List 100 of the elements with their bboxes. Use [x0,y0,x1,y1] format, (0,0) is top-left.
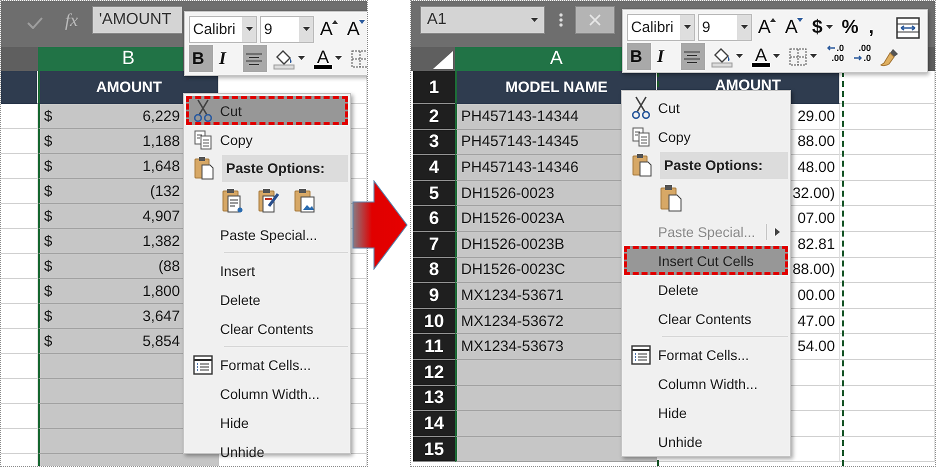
font-color-button[interactable]: A [749,43,783,70]
font-size-field[interactable]: 9 [260,16,314,43]
italic-button[interactable]: I [216,45,240,72]
font-name-field[interactable]: Calibri [189,16,257,43]
menu-item[interactable]: Column Width... [624,369,788,398]
row-number[interactable]: 11 [413,334,455,360]
menu-item[interactable]: Unhide [186,437,348,466]
menu-item[interactable]: Column Width... [186,379,348,408]
menu-item[interactable]: Hide [624,398,788,427]
row-number[interactable]: 3 [413,130,455,156]
row-number[interactable]: 8 [413,258,455,284]
currency-symbol: $ [44,308,52,324]
paste-formatting-icon[interactable] [258,188,280,214]
bold-button[interactable]: B [189,45,213,72]
row-number[interactable]: 9 [413,283,455,309]
row-number[interactable]: 1 [413,71,455,104]
decrease-font-button[interactable]: A [782,14,806,41]
menu-item[interactable]: Insert Cut Cells [624,246,788,275]
caret-icon [770,18,776,22]
percent-button[interactable]: % [838,14,863,41]
increase-font-button[interactable]: A [755,14,779,41]
amount-value: 1,648 [142,158,180,174]
currency-symbol: $ [44,132,52,150]
menu-item[interactable]: Copy [186,125,348,154]
caret-icon [736,54,743,59]
menu-item[interactable]: Paste Special... [186,220,348,249]
decrease-font-button[interactable]: A [344,16,367,43]
row-number[interactable]: 2 [413,104,455,130]
menu-item[interactable]: Insert [186,256,348,285]
menu-item[interactable]: Unhide [624,427,788,456]
amount-value: 4,907 [142,208,180,224]
row-number[interactable]: 5 [413,180,455,206]
row-number[interactable]: 4 [413,155,455,181]
paste-picture-icon[interactable] [294,188,316,214]
name-box[interactable]: A1 [420,6,545,34]
formula-field[interactable]: 'AMOUNT [92,6,182,34]
center-align-button[interactable] [681,43,705,70]
select-all-icon[interactable] [433,51,453,69]
currency-symbol: $ [44,282,52,300]
copy-icon [632,126,650,146]
more-options-icon[interactable] [559,13,563,27]
table-cell [1,71,38,104]
menu-item[interactable]: Hide [186,408,348,437]
checkmark-icon[interactable] [27,17,43,29]
amount-value: 6,229 [142,108,180,124]
row-number[interactable]: 14 [413,411,455,437]
row-number[interactable]: 10 [413,308,455,334]
increase-font-button[interactable]: A [317,16,341,43]
paste-values-icon[interactable] [222,188,244,214]
currency-button[interactable]: $ [809,14,836,41]
caret-icon [810,54,817,59]
column-header[interactable]: A [455,47,622,71]
close-icon [589,14,601,26]
comma-style-button[interactable]: , [866,14,890,41]
amount-value: (132 [150,182,180,200]
clipboard-icon [194,156,214,180]
currency-symbol: $ [44,182,52,200]
row-number[interactable]: 13 [413,386,455,412]
menu-item[interactable]: Clear Contents [186,314,348,343]
increase-decimal-button[interactable]: .0 .00 [823,43,847,70]
table-header-cell: AMOUNT [38,71,219,104]
font-size-field[interactable]: 9 [698,14,752,41]
menu-section-header: Paste Options: [660,152,788,178]
paint-bucket-icon [711,46,733,68]
row-number[interactable]: 7 [413,232,455,258]
bold-button[interactable]: B [627,43,651,70]
row-number[interactable]: 15 [413,436,455,462]
font-color-button[interactable]: A [311,45,345,72]
borders-icon [351,50,367,68]
menu-item[interactable]: Delete [186,285,348,314]
caret-icon [298,56,305,61]
paintbrush-icon [880,46,900,66]
decrease-decimal-button[interactable]: .00 .0 [850,43,874,70]
align-center-icon [684,50,700,62]
caret-icon [684,25,690,30]
menu-item[interactable]: Cut [186,96,348,125]
amount-value: 5,854 [142,332,180,350]
amount-value: 3,647 [142,308,180,324]
font-name-field[interactable]: Calibri [627,14,695,41]
cancel-button[interactable] [575,6,615,34]
align-center-icon [246,52,262,64]
currency-symbol: $ [44,208,52,224]
caret-icon [246,27,252,32]
currency-symbol: $ [44,258,52,274]
clipboard-icon [632,153,652,177]
caret-icon [531,18,538,22]
row-number[interactable]: 6 [413,206,455,232]
format-cells-icon [631,344,651,364]
italic-button[interactable]: I [654,43,678,70]
scissors-icon [193,98,213,122]
paste-icon[interactable] [660,184,682,212]
row-number[interactable]: 12 [413,360,455,386]
caret-icon [773,54,780,59]
amount-value: 1,800 [142,282,180,300]
menu-section-header: Paste Options: [222,154,348,182]
column-header[interactable]: B [38,47,183,71]
submenu-arrow-icon [775,228,780,236]
center-align-button[interactable] [243,45,267,72]
menu-item[interactable]: Format Cells... [186,350,348,379]
caret-icon [358,20,365,24]
